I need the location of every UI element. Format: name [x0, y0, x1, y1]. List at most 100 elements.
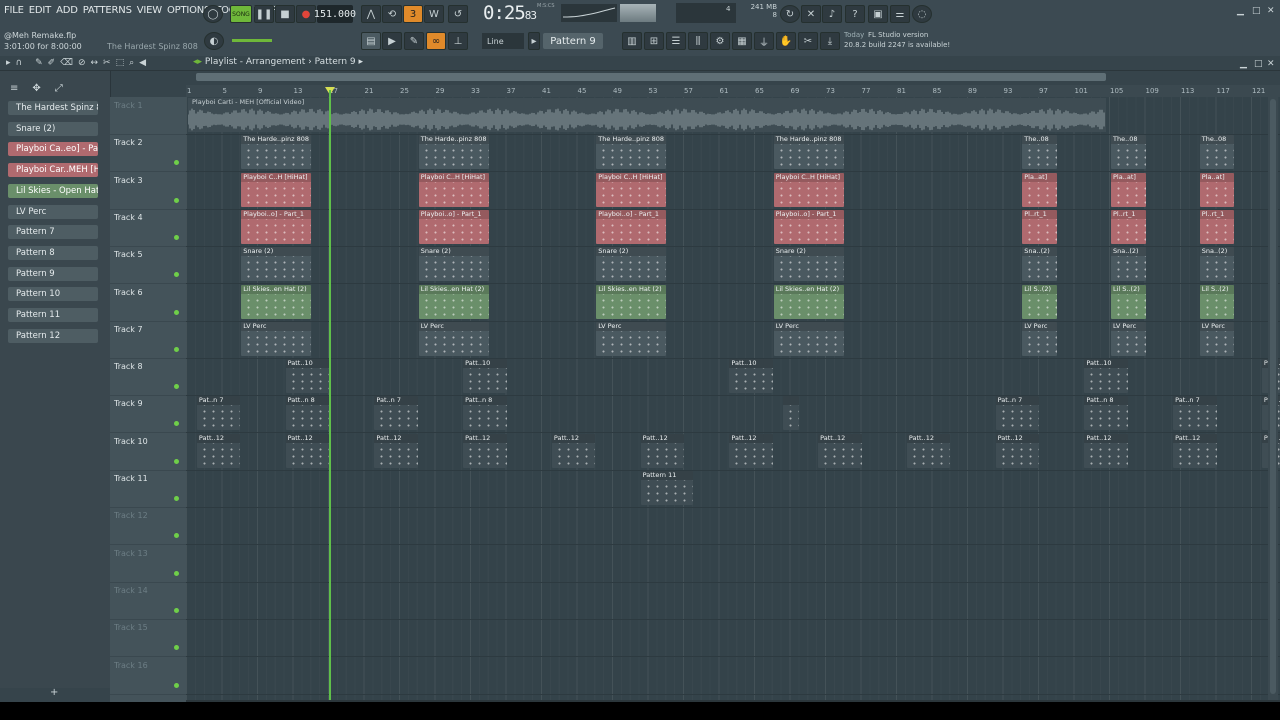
pattern-clip[interactable]: Snare (2)	[773, 247, 844, 282]
picker-list-icon[interactable]: ≡	[10, 83, 18, 94]
stop-button[interactable]: ■	[275, 5, 295, 23]
track-mute-led[interactable]	[174, 570, 179, 576]
plugin-icon[interactable]: ⚙	[710, 32, 730, 50]
snap-selector[interactable]: Line	[482, 33, 524, 49]
pattern-item[interactable]: Pattern 8	[8, 245, 98, 260]
track-mute-led[interactable]	[174, 272, 179, 278]
pattern-clip[interactable]: Sna..(2)	[1111, 247, 1146, 282]
minimize-icon[interactable]: ▁	[1237, 6, 1244, 16]
track-row-6[interactable]: Lil Skies..en Hat (2) Lil Skies..en Hat (…	[186, 284, 1280, 322]
pattern-clip[interactable]: The Harde..pinz 808	[418, 135, 489, 170]
pencil-icon[interactable]: ✎	[404, 32, 424, 50]
track-row-8[interactable]: Patt..10Patt..10Patt..10Patt..10Patt..10…	[186, 358, 1280, 397]
wrench-icon[interactable]: ✂	[798, 32, 818, 50]
delete-tool-icon[interactable]: ⌫	[60, 58, 73, 68]
pattern-clip[interactable]: Playboi C..H [HiHat]	[241, 172, 312, 207]
pattern-clip[interactable]: LV Perc	[596, 321, 667, 356]
pattern-clip[interactable]: Patt..12	[374, 433, 418, 468]
pattern-clip[interactable]: Pat..n 7	[196, 396, 241, 431]
pattern-clip[interactable]: The..08	[1199, 135, 1235, 170]
close-icon[interactable]: ✕	[1267, 6, 1275, 16]
maximize-icon[interactable]: □	[1252, 6, 1261, 16]
menu-view[interactable]: VIEW	[137, 5, 162, 21]
track-row-4[interactable]: Playboi..o] - Part_1 Playboi..o] - Part_1…	[186, 209, 1280, 247]
track-row-15[interactable]	[186, 619, 1280, 658]
refresh-icon[interactable]: ↻	[780, 5, 800, 23]
track-row-11[interactable]: Pattern 11Pattern 11	[186, 470, 1280, 508]
track-mute-led[interactable]	[174, 234, 179, 240]
pattern-clip[interactable]: Sna..(2)	[1199, 247, 1235, 282]
pattern-item[interactable]: Lil Skies - Open Hat (2)	[8, 183, 98, 198]
pattern-prev-icon[interactable]: ▸	[528, 32, 540, 50]
song-mode-button[interactable]: SONG	[230, 5, 252, 23]
pattern-clip[interactable]: LV Perc	[1199, 321, 1235, 356]
pattern-clip[interactable]: LV Perc	[1111, 321, 1146, 356]
pattern-clip[interactable]: Pla..at]	[1111, 172, 1146, 207]
pattern-item[interactable]: Pattern 11	[8, 308, 98, 322]
pattern-clip[interactable]: LV Perc	[418, 321, 489, 356]
pattern-item[interactable]: Pattern 7	[8, 225, 98, 240]
track-header[interactable]: Track 10	[110, 433, 186, 471]
picker-expand-icon[interactable]: ⤢	[55, 83, 63, 94]
pattern-clip[interactable]: Pat..n 7	[374, 396, 418, 431]
menu-arrow-icon[interactable]: ▸	[6, 58, 11, 68]
pattern-item[interactable]: Playboi Ca..eo] - Part_1	[8, 142, 98, 157]
track-header[interactable]: Track 1	[110, 97, 186, 135]
pattern-clip[interactable]: Playboi..o] - Part_1	[241, 209, 312, 244]
pattern-clip[interactable]: Lil Skies..en Hat (2)	[418, 284, 489, 319]
playlist-minimize-icon[interactable]: ▁	[1240, 59, 1247, 69]
timeline-ruler[interactable]: 1 5 9 13 17 21 25 29 33 37 41 45 49 53 57 61 65 69 73 77 81 8…	[186, 85, 1280, 97]
track-header[interactable]: Track 3	[110, 172, 186, 210]
browser-icon[interactable]: ▦	[732, 32, 752, 50]
pattern-clip[interactable]: Patt..12	[551, 433, 596, 468]
countdown-icon[interactable]: 3	[403, 5, 423, 23]
track-mute-led[interactable]	[174, 496, 179, 501]
menu-edit[interactable]: EDIT	[29, 5, 51, 21]
paint-tool-icon[interactable]: ✐	[48, 58, 56, 68]
pattern-clip[interactable]: Patt..10	[729, 359, 773, 394]
stamp-icon[interactable]: ⊥	[448, 32, 468, 50]
wait-record-icon[interactable]: ⟲	[382, 5, 402, 23]
pattern-clip[interactable]: Patt..10	[463, 359, 507, 394]
master-pitch-slider[interactable]	[232, 39, 272, 42]
audio-clip[interactable]: Playboi Carti - MEH [Official Video]	[188, 98, 1106, 132]
track-row-9[interactable]: Pat..n 7 Patt..n 8 Pat..n 7 Patt..n 8 Pat..n…	[186, 395, 1280, 434]
pattern-clip[interactable]: LV Perc	[241, 321, 312, 356]
track-row-12[interactable]	[186, 507, 1280, 546]
track-mute-led[interactable]	[174, 421, 179, 427]
pattern-clip[interactable]: Sna..(2)	[1022, 247, 1057, 282]
pattern-clip[interactable]: Lil S..(2)	[1111, 284, 1146, 319]
pattern-item[interactable]: Playboi Car..MEH [HiHat]	[8, 163, 98, 178]
mixer-window-icon[interactable]: ⫼	[688, 32, 708, 50]
draw-tool-icon[interactable]: ✎	[35, 58, 43, 68]
track-mute-led[interactable]	[174, 682, 179, 688]
pattern-clip[interactable]: Pl..rt_1	[1199, 209, 1235, 244]
zoom-tool-icon[interactable]: ⌕	[129, 58, 134, 68]
picker-move-icon[interactable]: ✥	[32, 83, 40, 94]
track-row-10[interactable]: Patt..12 Patt..12 Patt..12 Patt..12 Patt..12…	[186, 433, 1280, 471]
pattern-clip[interactable]: LV Perc	[1022, 321, 1057, 356]
track-mute-led[interactable]	[174, 197, 179, 203]
track-header[interactable]: Track 5	[110, 246, 186, 285]
track-mute-led[interactable]	[174, 533, 179, 539]
master-volume-knob[interactable]: ◐	[204, 32, 224, 50]
track-mute-led[interactable]	[174, 346, 179, 352]
track-mute-led[interactable]	[174, 607, 179, 613]
track-header[interactable]: Track 11	[110, 470, 186, 508]
track-header[interactable]: Track 8	[110, 358, 186, 397]
news-title[interactable]: FL Studio version	[868, 31, 928, 39]
pattern-clip[interactable]: Patt..12	[640, 433, 684, 468]
track-mute-led[interactable]	[174, 645, 179, 651]
track-row-16[interactable]	[186, 657, 1280, 695]
pattern-selector[interactable]: Pattern 9	[543, 33, 603, 49]
track-row-14[interactable]	[186, 582, 1280, 620]
pattern-clip[interactable]: LV Perc	[773, 321, 844, 356]
playlist-close-icon[interactable]: ✕	[1267, 59, 1275, 69]
pattern-clip[interactable]: Lil S..(2)	[1022, 284, 1057, 319]
pattern-clip[interactable]: Patt..n 8	[463, 396, 507, 431]
speaker-icon[interactable]: ◀	[139, 58, 146, 68]
track-header[interactable]: Track 13	[110, 545, 186, 583]
pattern-clip[interactable]: Patt..12	[1173, 433, 1217, 468]
track-row-7[interactable]: LV Perc LV Perc LV Perc LV Perc LV Perc LV Pe…	[186, 321, 1280, 359]
mute-tool-icon[interactable]: ⊘	[78, 58, 86, 68]
